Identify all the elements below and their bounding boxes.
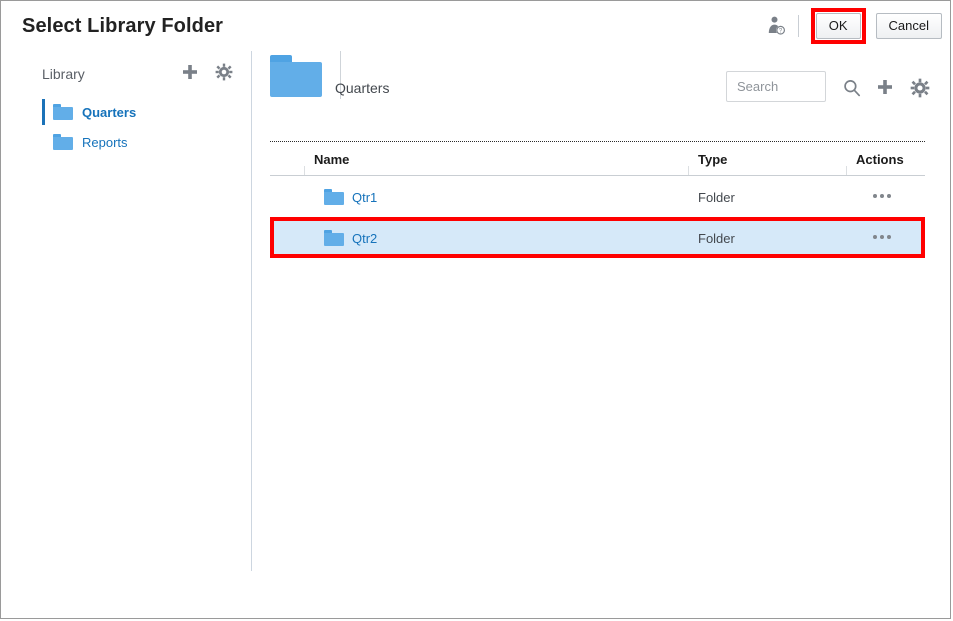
column-header-name[interactable]: Name <box>314 152 349 167</box>
folder-icon <box>270 55 322 97</box>
column-divider <box>688 166 689 175</box>
row-type-cell: Folder <box>698 231 735 246</box>
sidebar-item-label: Quarters <box>82 104 137 120</box>
table-row[interactable]: Qtr2 Folder <box>270 217 925 258</box>
content-panel: Quarters Search Name Type Actions Qtr1 F… <box>252 49 950 618</box>
search-input[interactable] <box>726 71 826 102</box>
row-name-cell[interactable]: Qtr2 <box>324 230 377 246</box>
current-folder-name: Quarters <box>335 80 390 96</box>
sidebar-title: Library <box>42 66 85 82</box>
row-name-label: Qtr1 <box>352 189 378 205</box>
ellipsis-icon[interactable] <box>873 188 897 204</box>
row-name-cell[interactable]: Qtr1 <box>324 189 377 205</box>
folder-icon <box>53 104 73 120</box>
sidebar-item-reports[interactable]: Reports <box>1 127 251 157</box>
table-header-row: Name Type Actions <box>270 142 925 176</box>
cancel-button[interactable]: Cancel <box>875 13 942 39</box>
library-tree: Quarters Reports <box>1 97 251 157</box>
table-row[interactable]: Qtr1 Folder <box>270 176 925 217</box>
row-name-label: Qtr2 <box>352 230 378 246</box>
column-header-type[interactable]: Type <box>698 152 727 167</box>
ok-button-highlight: OK <box>810 8 866 44</box>
folder-icon <box>53 134 73 150</box>
page-title: Select Library Folder <box>22 15 224 37</box>
ellipsis-icon[interactable] <box>873 229 897 245</box>
selection-indicator <box>42 99 45 125</box>
sidebar-item-label: Reports <box>82 134 128 150</box>
toolbar-divider <box>797 15 799 37</box>
gear-icon[interactable] <box>215 63 233 81</box>
sidebar-item-quarters[interactable]: Quarters <box>1 97 251 127</box>
folder-table: Name Type Actions Qtr1 Folder Qtr2 Folde… <box>270 141 925 258</box>
select-library-folder-dialog: Select Library Folder ? OK Cancel Librar… <box>0 0 951 619</box>
dialog-titlebar: Select Library Folder ? OK Cancel <box>1 1 950 49</box>
folder-icon <box>324 230 344 246</box>
column-divider <box>846 166 847 175</box>
search-icon[interactable] <box>842 78 861 96</box>
library-sidebar: Library Quarters Reports <box>1 49 251 569</box>
user-help-icon[interactable]: ? <box>766 15 788 37</box>
sidebar-header: Library <box>1 63 251 89</box>
column-divider <box>304 166 305 175</box>
sidebar-toolbar <box>181 63 233 81</box>
plus-icon[interactable] <box>876 78 894 96</box>
gear-icon[interactable] <box>910 78 930 97</box>
plus-icon[interactable] <box>181 63 199 81</box>
content-toolbar <box>726 71 930 102</box>
ok-button[interactable]: OK <box>815 13 861 39</box>
dialog-actions: ? OK Cancel <box>766 8 942 44</box>
column-header-actions[interactable]: Actions <box>856 152 904 167</box>
row-type-cell: Folder <box>698 190 735 205</box>
folder-icon <box>324 189 344 205</box>
